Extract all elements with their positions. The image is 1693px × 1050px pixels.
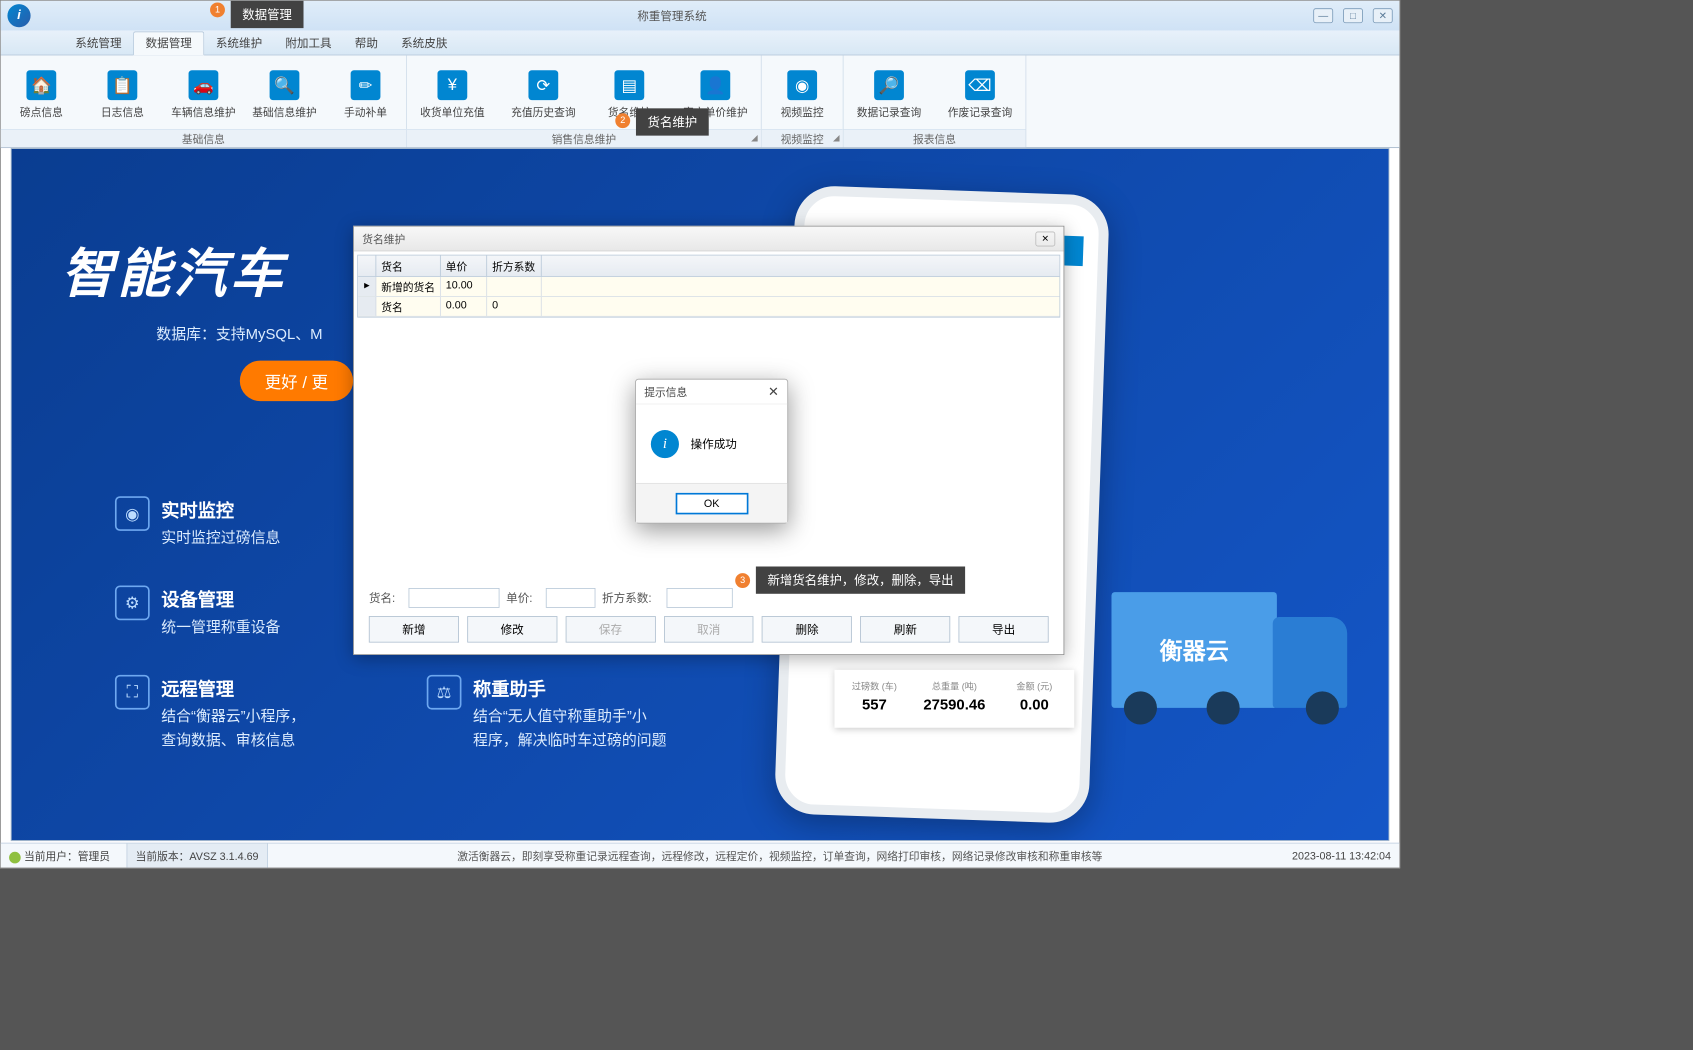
truck-label: 衡器云 <box>1111 592 1276 708</box>
menu-system-manage[interactable]: 系统管理 <box>64 31 133 55</box>
annotation-tooltip-1: 数据管理 <box>231 1 304 28</box>
menu-bar: 系统管理 数据管理 系统维护 附加工具 帮助 系统皮肤 <box>1 31 1399 56</box>
clipboard-icon: 📋 <box>108 70 138 100</box>
status-version: 当前版本：AVSZ 3.1.4.69 <box>127 844 268 868</box>
bg-capsule: 更好 / 更 <box>240 361 353 402</box>
minimize-button[interactable]: — <box>1313 8 1333 23</box>
feature-device: ⚙ 设备管理统一管理称重设备 <box>115 586 280 640</box>
msgbox-titlebar[interactable]: 提示信息 ✕ <box>636 380 787 405</box>
export-button[interactable]: 导出 <box>959 616 1049 642</box>
ribbon-group-basic-label: 基础信息 <box>1 129 406 147</box>
label-unit-price: 单价: <box>506 590 539 607</box>
yen-icon: ¥ <box>437 70 467 100</box>
menu-system-maintain[interactable]: 系统维护 <box>204 31 273 55</box>
ribbon-group-video: ◉视频监控 视频监控◢ <box>762 55 844 147</box>
device-icon: ⚙ <box>115 586 150 621</box>
add-button[interactable]: 新增 <box>369 616 459 642</box>
msgbox-close-button[interactable]: ✕ <box>768 383 779 400</box>
search-report-icon: 🔎 <box>874 70 904 100</box>
col-unit-price[interactable]: 单价 <box>441 256 487 277</box>
maximize-button[interactable]: □ <box>1343 8 1363 23</box>
ribbon-recharge[interactable]: ¥收货单位充值 <box>407 55 498 129</box>
table-row[interactable]: 货名 0.00 0 <box>358 297 1059 317</box>
ribbon-data-query[interactable]: 🔎数据记录查询 <box>844 55 935 129</box>
launcher-icon[interactable]: ◢ <box>751 134 757 143</box>
ribbon-log-info[interactable]: 📋日志信息 <box>82 55 163 129</box>
remote-icon: ⛶ <box>115 675 150 710</box>
edit-button[interactable]: 修改 <box>467 616 557 642</box>
message-box: 提示信息 ✕ i 操作成功 OK <box>635 379 788 524</box>
annotation-badge-2: 2 <box>615 113 630 128</box>
goods-dialog-titlebar[interactable]: 货名维护 ✕ <box>354 227 1064 252</box>
menu-addon-tools[interactable]: 附加工具 <box>274 31 343 55</box>
history-icon: ⟳ <box>528 70 558 100</box>
feature-realtime: ◉ 实时监控实时监控过磅信息 <box>115 496 280 550</box>
ribbon-vehicle-info[interactable]: 🚗车辆信息维护 <box>163 55 244 129</box>
ribbon-basic-info[interactable]: 🔍基础信息维护 <box>244 55 325 129</box>
ribbon-group-report: 🔎数据记录查询 ⌫作废记录查询 报表信息 <box>844 55 1027 147</box>
annotation-badge-3: 3 <box>735 573 750 588</box>
annotation-badge-1: 1 <box>210 2 225 17</box>
ribbon-group-basic: 🏠磅点信息 📋日志信息 🚗车辆信息维护 🔍基础信息维护 ✏手动补单 基础信息 <box>1 55 407 147</box>
feature-remote: ⛶ 远程管理结合“衡器云”小程序， 查询数据、审核信息 <box>115 675 305 752</box>
status-datetime: 2023-08-11 13:42:04 <box>1292 849 1391 861</box>
ribbon-manual-order[interactable]: ✏手动补单 <box>325 55 406 129</box>
annotation-tooltip-3: 新增货名维护，修改，删除，导出 <box>756 566 965 593</box>
monitor-icon: ◉ <box>115 496 150 531</box>
ribbon-group-video-label: 视频监控◢ <box>762 129 843 147</box>
annotation-tooltip-2: 货名维护 <box>636 108 709 135</box>
search-file-icon: 🔍 <box>270 70 300 100</box>
feature-assistant: ⚖ 称重助手结合“无人值守称重助手”小 程序，解决临时车过磅的问题 <box>427 675 667 752</box>
col-coefficient[interactable]: 折方系数 <box>487 256 542 277</box>
goods-dialog-title: 货名维护 <box>362 231 1035 247</box>
save-button[interactable]: 保存 <box>565 616 655 642</box>
unit-price-input[interactable] <box>546 588 596 608</box>
delete-button[interactable]: 删除 <box>762 616 852 642</box>
menu-data-manage[interactable]: 数据管理 <box>133 31 204 55</box>
cancel-button[interactable]: 取消 <box>664 616 754 642</box>
ribbon-video-monitor[interactable]: ◉视频监控 <box>762 55 843 129</box>
app-logo-icon: i <box>7 4 30 27</box>
user-icon <box>9 851 21 863</box>
coefficient-input[interactable] <box>667 588 733 608</box>
user-gear-icon: 👤 <box>700 70 730 100</box>
menu-skin[interactable]: 系统皮肤 <box>390 31 459 55</box>
void-report-icon: ⌫ <box>965 70 995 100</box>
bg-db-text: 数据库：支持MySQL、M <box>156 323 322 345</box>
document-icon: ▤ <box>614 70 644 100</box>
status-marquee: 激活衡器云，即刻享受称重记录远程查询，远程修改，远程定价，视频监控，订单查询，网… <box>284 848 1275 864</box>
phone-stats-card: 过磅数 (车)557 总重量 (吨)27590.46 金额 (元)0.00 <box>834 670 1074 728</box>
home-icon: 🏠 <box>26 70 56 100</box>
info-icon: i <box>651 430 679 458</box>
launcher-icon[interactable]: ◢ <box>833 134 839 143</box>
msgbox-title-text: 提示信息 <box>644 384 687 400</box>
goods-data-grid[interactable]: 货名 单价 折方系数 ▸ 新增的货名 10.00 货名 0.00 0 <box>357 255 1060 318</box>
scale-icon: ⚖ <box>427 675 462 710</box>
goods-dialog-close-button[interactable]: ✕ <box>1035 231 1055 246</box>
ribbon-station-info[interactable]: 🏠磅点信息 <box>1 55 82 129</box>
ribbon-group-report-label: 报表信息 <box>844 129 1026 147</box>
msgbox-ok-button[interactable]: OK <box>675 492 748 514</box>
bg-title: 智能汽车 <box>61 232 286 308</box>
truck-illustration: 衡器云 <box>1083 576 1348 725</box>
car-icon: 🚗 <box>189 70 219 100</box>
table-row[interactable]: ▸ 新增的货名 10.00 <box>358 277 1059 297</box>
content-area: 智能汽车 数据库：支持MySQL、M 更好 / 更 ◉ 实时监控实时监控过磅信息… <box>11 148 1390 841</box>
label-goods-name: 货名: <box>369 590 402 607</box>
msgbox-text: 操作成功 <box>691 435 737 452</box>
status-bar: 当前用户：管理员 当前版本：AVSZ 3.1.4.69 激活衡器云，即刻享受称重… <box>1 843 1399 868</box>
close-button[interactable]: ✕ <box>1373 8 1393 23</box>
edit-icon: ✏ <box>351 70 381 100</box>
webcam-icon: ◉ <box>787 70 817 100</box>
menu-help[interactable]: 帮助 <box>343 31 389 55</box>
refresh-button[interactable]: 刷新 <box>860 616 950 642</box>
ribbon-void-query[interactable]: ⌫作废记录查询 <box>935 55 1026 129</box>
status-user: 当前用户：管理员 <box>9 848 110 864</box>
col-goods-name[interactable]: 货名 <box>376 256 441 277</box>
ribbon-recharge-history[interactable]: ⟳充值历史查询 <box>498 55 589 129</box>
goods-name-input[interactable] <box>409 588 500 608</box>
main-window: i 称重管理系统 — □ ✕ 系统管理 数据管理 系统维护 附加工具 帮助 系统… <box>0 0 1400 868</box>
label-coefficient: 折方系数: <box>602 590 660 607</box>
